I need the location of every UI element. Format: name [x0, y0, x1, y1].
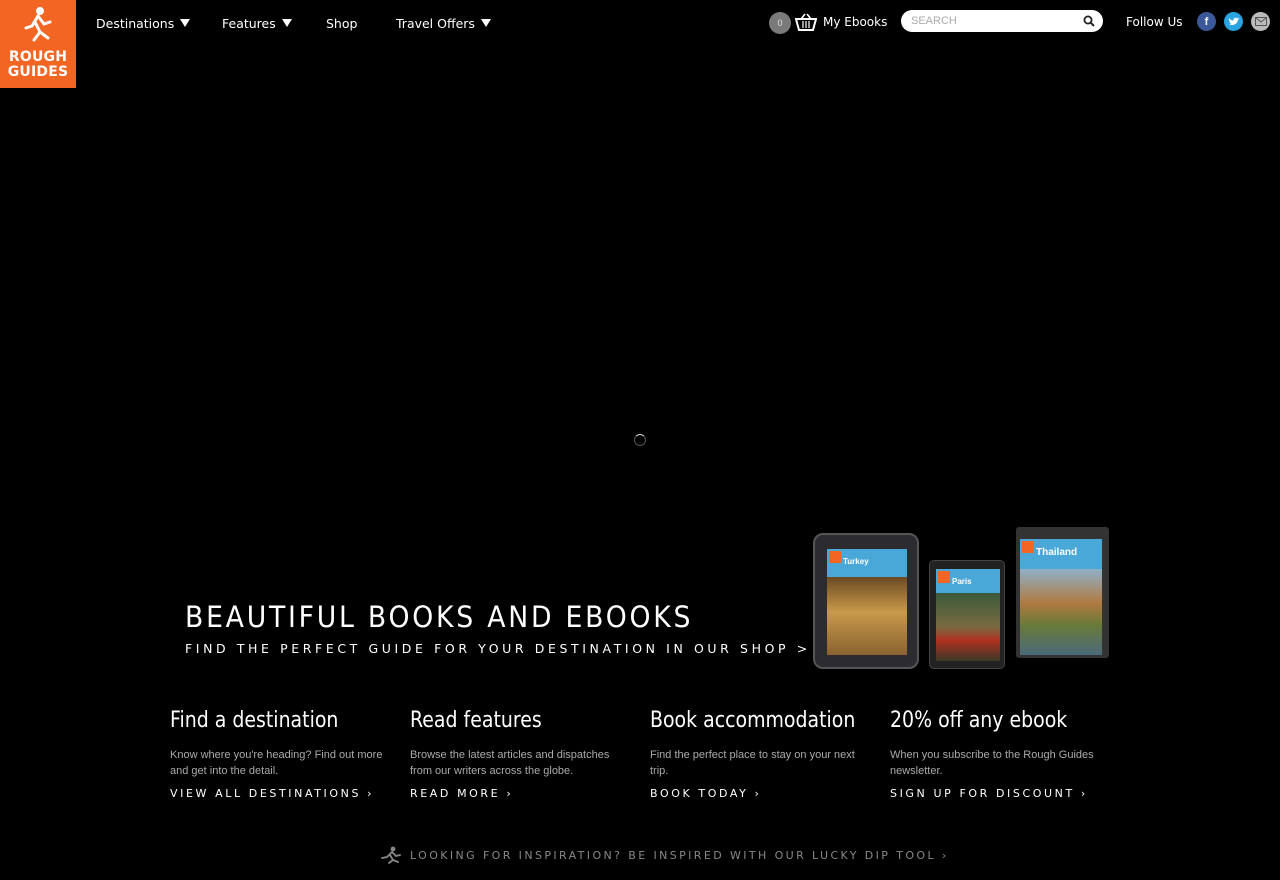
- feature-ebook-discount: 20% off any ebook When you subscribe to …: [890, 708, 1110, 800]
- tablet-thailand[interactable]: Thailand: [1016, 527, 1109, 658]
- read-more-link[interactable]: READ MORE ›: [410, 787, 630, 800]
- feature-title: Read features: [410, 708, 542, 733]
- feature-book-accommodation: Book accommodation Find the perfect plac…: [650, 708, 870, 800]
- caret-down-icon: [480, 19, 491, 27]
- feature-title: 20% off any ebook: [890, 708, 1068, 733]
- search-input[interactable]: [911, 15, 1081, 27]
- feature-text: Browse the latest articles and dispatche…: [410, 749, 610, 777]
- cover-title: Turkey: [843, 557, 869, 566]
- book-cover-turkey: Turkey: [827, 549, 907, 655]
- ebook-reader-turkey[interactable]: Turkey: [813, 533, 919, 669]
- search-icon[interactable]: [1083, 15, 1095, 27]
- feature-title: Find a destination: [170, 708, 339, 733]
- nav-shop[interactable]: Shop: [326, 14, 396, 32]
- logo-text-rough: ROUGH: [8, 49, 68, 65]
- cover-title: Thailand: [1036, 547, 1078, 558]
- nav-destinations-label: Destinations: [96, 15, 175, 31]
- feature-title: Book accommodation: [650, 708, 856, 733]
- feature-text: Find the perfect place to stay on your n…: [650, 749, 855, 777]
- nav-shop-label: Shop: [326, 15, 358, 31]
- feature-find-destination: Find a destination Know where you're hea…: [170, 708, 390, 800]
- sign-up-discount-link[interactable]: SIGN UP FOR DISCOUNT ›: [890, 787, 1110, 800]
- runner-icon: [381, 846, 401, 864]
- nav-features-label: Features: [222, 15, 276, 31]
- nav-features[interactable]: Features: [222, 14, 326, 32]
- loading-spinner-icon: [634, 434, 646, 446]
- basket-icon[interactable]: [795, 13, 817, 31]
- book-cover-paris: Paris: [936, 569, 1000, 661]
- nav-travel-offers-label: Travel Offers: [396, 15, 475, 31]
- ebook-reader-paris[interactable]: Paris: [929, 560, 1005, 669]
- my-ebooks-link[interactable]: My Ebooks: [823, 15, 887, 29]
- lucky-dip[interactable]: LOOKING FOR INSPIRATION? BE INSPIRED WIT…: [380, 846, 949, 864]
- lucky-dip-link[interactable]: LOOKING FOR INSPIRATION? BE INSPIRED WIT…: [410, 849, 949, 862]
- shop-promo-link[interactable]: FIND THE PERFECT GUIDE FOR YOUR DESTINAT…: [185, 641, 811, 656]
- book-today-link[interactable]: BOOK TODAY ›: [650, 787, 870, 800]
- email-icon[interactable]: [1251, 12, 1270, 31]
- main-nav: Destinations Features Shop Travel Offers: [96, 14, 506, 32]
- caret-down-icon: [180, 19, 191, 27]
- search-box: [901, 10, 1103, 32]
- nav-destinations[interactable]: Destinations: [96, 14, 222, 32]
- twitter-icon[interactable]: [1224, 12, 1243, 31]
- feature-text: Know where you're heading? Find out more…: [170, 749, 383, 777]
- follow-us-label: Follow Us: [1126, 15, 1183, 29]
- feature-text: When you subscribe to the Rough Guides n…: [890, 749, 1094, 777]
- logo-text-guides: GUIDES: [7, 64, 69, 80]
- caret-down-icon: [281, 19, 292, 27]
- rough-guides-logo[interactable]: ROUGH GUIDES: [0, 0, 76, 88]
- runner-icon: [24, 7, 52, 42]
- cover-title: Paris: [952, 577, 972, 586]
- nav-travel-offers[interactable]: Travel Offers: [396, 14, 506, 32]
- feature-read-features: Read features Browse the latest articles…: [410, 708, 630, 800]
- facebook-icon[interactable]: f: [1197, 12, 1216, 31]
- promo-title: BEAUTIFUL BOOKS AND EBOOKS: [185, 600, 694, 634]
- book-cover-thailand: Thailand: [1020, 539, 1102, 655]
- cart-count-badge[interactable]: 0: [769, 12, 791, 34]
- view-all-destinations-link[interactable]: VIEW ALL DESTINATIONS ›: [170, 787, 390, 800]
